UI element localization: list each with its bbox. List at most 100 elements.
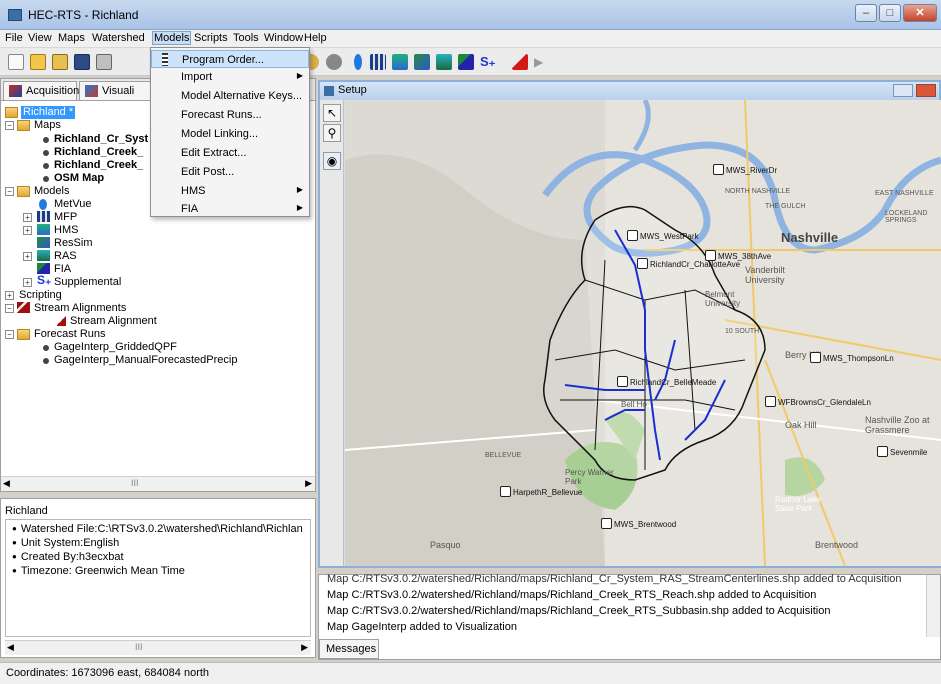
menu-item-fia[interactable]: FIA ▶: [151, 200, 309, 218]
play-icon[interactable]: ▶: [534, 54, 550, 70]
supplemental-icon[interactable]: S₊: [480, 54, 496, 70]
tree-horizontal-scrollbar[interactable]: ◀ III ▶: [1, 476, 315, 491]
expander-stream-alignments[interactable]: −: [5, 304, 14, 313]
menu-item-program-order[interactable]: Program Order...: [151, 50, 309, 68]
gage-marker[interactable]: WFBrownsCr_GlendaleLn: [765, 396, 871, 407]
folder-icon[interactable]: [52, 54, 68, 70]
gage-marker[interactable]: MWS_Brentwood: [601, 518, 676, 529]
expander-forecast-runs[interactable]: −: [5, 330, 14, 339]
pointer-tool-icon[interactable]: ↖: [323, 104, 341, 122]
scroll-right-icon[interactable]: ▶: [301, 642, 308, 653]
tab-visualization[interactable]: Visuali: [79, 81, 151, 100]
supplemental-icon: S₊: [37, 273, 52, 287]
tree-stream-alignments[interactable]: Stream Alignments: [34, 302, 126, 315]
place-label: Brentwood: [815, 540, 859, 550]
expander-maps[interactable]: −: [5, 121, 14, 130]
expander-models[interactable]: −: [5, 187, 14, 196]
tree-model-fia[interactable]: FIA: [54, 263, 71, 276]
ressim-icon[interactable]: [414, 54, 430, 70]
scroll-right-icon[interactable]: ▶: [305, 478, 312, 489]
menu-item-forecast-runs[interactable]: Forecast Runs...: [151, 106, 309, 124]
tab-messages[interactable]: Messages: [319, 639, 379, 659]
tree-models[interactable]: Models: [34, 185, 69, 198]
tree-model-ras[interactable]: RAS: [54, 250, 77, 263]
new-icon[interactable]: [8, 54, 24, 70]
scroll-thumb-grip[interactable]: III: [131, 478, 139, 488]
menu-item-import[interactable]: Import ▶: [151, 68, 309, 86]
tree-scripting[interactable]: Scripting: [19, 289, 62, 302]
setup-restore-button[interactable]: [893, 84, 913, 97]
info-list: Watershed File:C:\RTSv3.0.2\watershed\Ri…: [5, 519, 311, 637]
menu-models[interactable]: Models: [152, 31, 192, 45]
expander-ras[interactable]: +: [23, 252, 32, 261]
open-folder-icon[interactable]: [30, 54, 46, 70]
gage-marker[interactable]: RichlandCr_BelleMeade: [617, 376, 716, 387]
menu-help[interactable]: Help: [304, 32, 327, 44]
tree-model-supplemental[interactable]: Supplemental: [54, 276, 121, 289]
gage-tool-icon[interactable]: ◉: [323, 152, 341, 170]
gage-marker[interactable]: RichlandCr_CharlotteAve: [637, 258, 740, 269]
tab-visualization-label: Visuali: [102, 85, 135, 97]
scroll-left-icon[interactable]: ◀: [7, 642, 14, 653]
maximize-button[interactable]: □: [879, 4, 901, 22]
tree-model-metvue[interactable]: MetVue: [54, 198, 92, 211]
tree-map-item[interactable]: Richland_Creek_: [54, 159, 143, 172]
tree-forecast-item[interactable]: GageInterp_ManualForecastedPrecip: [54, 354, 237, 367]
chart-icon[interactable]: [512, 54, 528, 70]
tree-map-item[interactable]: OSM Map: [54, 172, 104, 185]
menu-watershed[interactable]: Watershed: [92, 32, 145, 44]
menu-item-edit-extract[interactable]: Edit Extract...: [151, 144, 309, 162]
tree-model-mfp[interactable]: MFP: [54, 211, 77, 224]
settings-icon[interactable]: [326, 54, 342, 70]
gage-marker[interactable]: HarpethR_Bellevue: [500, 486, 582, 497]
save-icon[interactable]: [74, 54, 90, 70]
menu-maps[interactable]: Maps: [58, 32, 85, 44]
tree-root[interactable]: Richland *: [21, 106, 76, 119]
tree-map-item[interactable]: Richland_Creek_: [54, 146, 143, 159]
menu-scripts[interactable]: Scripts: [194, 32, 228, 44]
tree-map-item[interactable]: Richland_Cr_Syst: [54, 133, 148, 146]
gage-marker[interactable]: Sevenmile: [877, 446, 927, 457]
scroll-thumb-grip[interactable]: III: [135, 642, 143, 652]
menu-tools[interactable]: Tools: [233, 32, 259, 44]
fia-icon[interactable]: [458, 54, 474, 70]
menu-window[interactable]: Window: [264, 32, 303, 44]
menu-item-model-alternative-keys[interactable]: Model Alternative Keys...: [151, 87, 309, 105]
message-line: Map C:/RTSv3.0.2/watershed/Richland/maps…: [327, 573, 902, 585]
hms-icon[interactable]: [392, 54, 408, 70]
tree-model-hms[interactable]: HMS: [54, 224, 78, 237]
water-drop-icon[interactable]: [354, 54, 362, 70]
forecast-bullet-icon: [43, 358, 49, 364]
expander-scripting[interactable]: +: [5, 291, 14, 300]
scroll-left-icon[interactable]: ◀: [3, 478, 10, 489]
gage-marker[interactable]: MWS_ThompsonLn: [810, 352, 894, 363]
expander-hms[interactable]: +: [23, 226, 32, 235]
menu-item-edit-post[interactable]: Edit Post...: [151, 163, 309, 181]
tab-acquisition[interactable]: Acquisition: [3, 81, 79, 100]
ras-icon[interactable]: [436, 54, 452, 70]
gage-marker[interactable]: MWS_RiverDr: [713, 164, 777, 175]
setup-close-button[interactable]: [916, 84, 936, 97]
menu-item-model-linking[interactable]: Model Linking...: [151, 125, 309, 143]
grid-icon[interactable]: [370, 54, 386, 70]
submenu-arrow-icon: ▶: [296, 185, 303, 194]
map-canvas[interactable]: Nashville Vanderbilt University Oak Hill…: [345, 100, 941, 566]
tree-maps[interactable]: Maps: [34, 119, 61, 132]
place-label: Pasquo: [430, 540, 461, 550]
tree-stream-alignment[interactable]: Stream Alignment: [70, 315, 157, 328]
messages-vertical-scrollbar[interactable]: [926, 575, 940, 637]
minimize-button[interactable]: –: [855, 4, 877, 22]
zoom-tool-icon[interactable]: ⚲: [323, 124, 341, 142]
tree-forecast-item[interactable]: GageInterp_GriddedQPF: [54, 341, 177, 354]
expander-mfp[interactable]: +: [23, 213, 32, 222]
tree-model-ressim[interactable]: ResSim: [54, 237, 93, 250]
close-button[interactable]: ✕: [903, 4, 937, 22]
expander-supplemental[interactable]: +: [23, 278, 32, 287]
info-horizontal-scrollbar[interactable]: ◀ III ▶: [5, 640, 311, 655]
print-icon[interactable]: [96, 54, 112, 70]
menu-item-hms[interactable]: HMS ▶: [151, 182, 309, 200]
menu-view[interactable]: View: [28, 32, 52, 44]
gage-marker[interactable]: MWS_WestPark: [627, 230, 699, 241]
tree-forecast-runs[interactable]: Forecast Runs: [34, 328, 106, 341]
menu-file[interactable]: File: [5, 32, 23, 44]
